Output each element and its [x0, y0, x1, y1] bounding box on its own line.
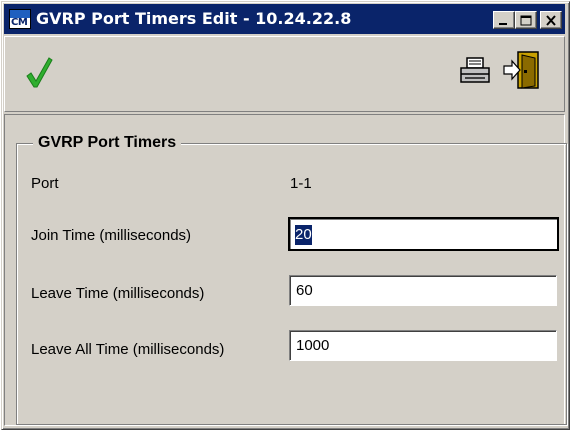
group-title: GVRP Port Timers: [33, 133, 182, 153]
title-bar[interactable]: CM GVRP Port Timers Edit - 10.24.22.8: [4, 4, 565, 34]
exit-button[interactable]: [502, 49, 542, 89]
maximize-button[interactable]: [515, 11, 537, 29]
toolbar: [4, 36, 565, 112]
minimize-button[interactable]: [493, 11, 515, 29]
exit-door-icon: [503, 51, 539, 89]
port-value: 1-1: [290, 175, 312, 192]
join-time-value: 20: [295, 225, 312, 245]
port-label: Port: [31, 175, 59, 192]
checkmark-icon: [26, 57, 53, 88]
minimize-icon: [499, 23, 507, 25]
printer-icon: [460, 57, 490, 83]
close-button[interactable]: [540, 11, 562, 29]
print-button[interactable]: [457, 52, 497, 92]
app-icon-label: CM: [11, 17, 28, 28]
leave-all-time-value: 1000: [296, 337, 330, 354]
close-icon: [546, 15, 556, 26]
app-icon[interactable]: CM: [9, 9, 31, 29]
apply-button[interactable]: [19, 52, 59, 92]
leave-all-time-label: Leave All Time (milliseconds): [31, 341, 225, 358]
leave-all-time-input[interactable]: 1000: [289, 330, 557, 361]
window-title: GVRP Port Timers Edit - 10.24.22.8: [36, 9, 352, 28]
join-time-label: Join Time (milliseconds): [31, 227, 192, 244]
join-time-input[interactable]: 20: [288, 217, 559, 251]
leave-time-value: 60: [296, 282, 313, 299]
leave-time-input[interactable]: 60: [289, 275, 557, 306]
leave-time-label: Leave Time (milliseconds): [31, 285, 205, 302]
maximize-icon: [520, 15, 532, 26]
